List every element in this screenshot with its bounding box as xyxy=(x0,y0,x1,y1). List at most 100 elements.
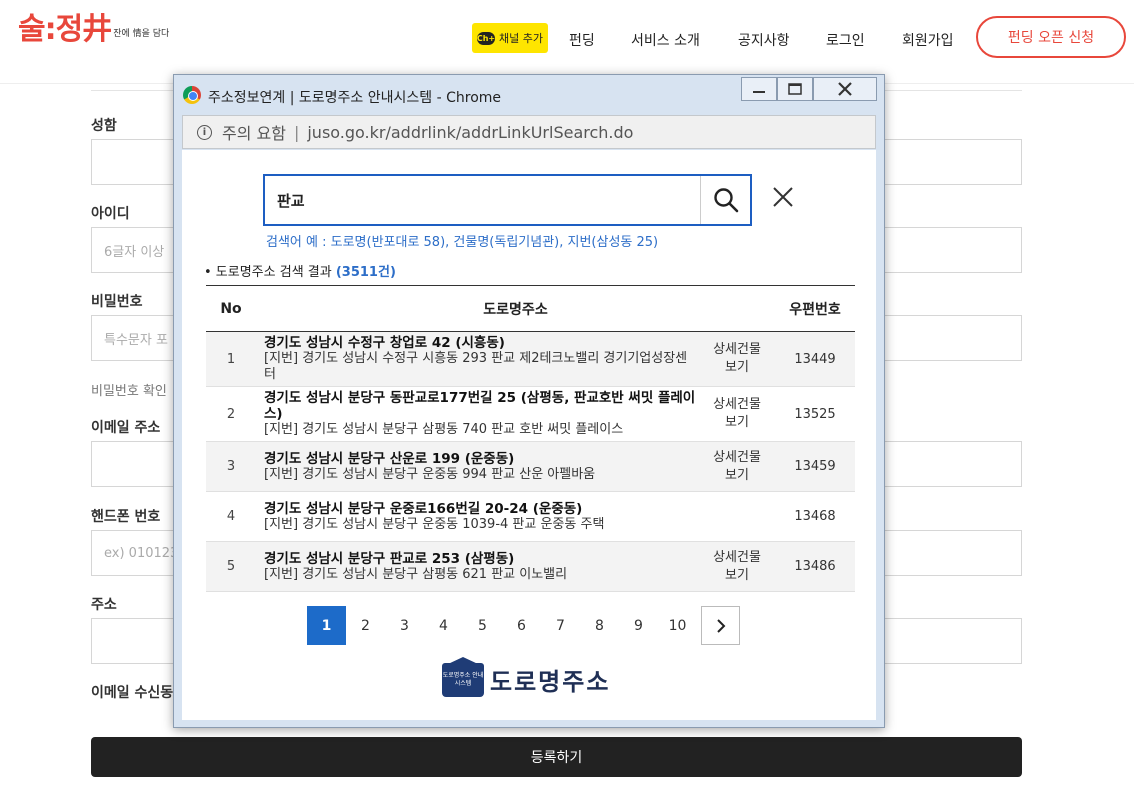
road-address[interactable]: 경기도 성남시 분당구 산운로 199 (운중동) xyxy=(264,451,697,467)
result-heading: • 도로명주소 검색 결과 (3511건) xyxy=(204,261,396,280)
window-close-button[interactable] xyxy=(813,77,877,101)
funding-open-apply-button[interactable]: 펀딩 오픈 신청 xyxy=(976,16,1126,58)
page-6[interactable]: 6 xyxy=(502,606,541,645)
nav-funding[interactable]: 펀딩 xyxy=(569,30,595,50)
row-zip: 13525 xyxy=(775,386,855,442)
register-button[interactable]: 등록하기 xyxy=(91,737,1022,777)
table-row[interactable]: 4 경기도 성남시 분당구 운중로166번길 20-24 (운중동) [지번] … xyxy=(206,491,855,542)
page-10[interactable]: 10 xyxy=(658,606,697,645)
search-value: 판교 xyxy=(277,192,305,210)
road-address-seal-icon: 도로명주소 안내시스템 xyxy=(442,656,484,697)
detail-label: 상세건물 보기 xyxy=(713,342,761,375)
jibun-address: [지번] 경기도 성남시 분당구 운중동 994 판교 산운 아펠바움 xyxy=(264,466,596,482)
password-confirm-label: 비밀번호 확인 xyxy=(91,384,167,399)
channel-add-label: 채널 추가 xyxy=(499,32,543,45)
road-address[interactable]: 경기도 성남시 수정구 창업로 42 (시흥동) xyxy=(264,335,697,351)
window-title: 주소정보연계 | 도로명주소 안내시스템 - Chrome xyxy=(208,90,502,106)
results-table: No 도로명주소 우편번호 1 경기도 성남시 수정구 창업로 42 (시흥동)… xyxy=(206,285,855,592)
table-row[interactable]: 1 경기도 성남시 수정구 창업로 42 (시흥동) [지번] 경기도 성남시 … xyxy=(206,331,855,387)
url-separator: | xyxy=(293,122,300,142)
detail-building-cell xyxy=(699,491,775,542)
nav-login[interactable]: 로그인 xyxy=(826,30,865,50)
pagination: 1 2 3 4 5 6 7 8 9 10 xyxy=(307,606,740,645)
row-no: 3 xyxy=(206,441,256,492)
detail-building-button[interactable]: 상세건물 보기 xyxy=(699,331,775,387)
password-placeholder: 특수문자 포 xyxy=(104,332,168,348)
table-row[interactable]: 5 경기도 성남시 분당구 판교로 253 (삼평동) [지번] 경기도 성남시… xyxy=(206,541,855,592)
address-label: 주소 xyxy=(91,597,117,613)
row-no: 5 xyxy=(206,541,256,592)
id-label: 아이디 xyxy=(91,206,130,222)
page-7[interactable]: 7 xyxy=(541,606,580,645)
result-count: (3511건) xyxy=(335,265,396,280)
email-label: 이메일 주소 xyxy=(91,420,161,436)
col-zip: 우편번호 xyxy=(775,285,855,332)
footer-logo-text: 도로명주소 xyxy=(490,668,611,696)
chevron-right-icon xyxy=(716,618,725,633)
kakao-channel-add-button[interactable]: Ch+ 채널 추가 xyxy=(472,23,548,53)
next-page-button[interactable] xyxy=(701,606,740,645)
row-no: 1 xyxy=(206,331,256,387)
address-search-popup: 주소정보연계 | 도로명주소 안내시스템 - Chrome i 주의 요함 | … xyxy=(173,74,885,728)
road-address[interactable]: 경기도 성남시 분당구 동판교로177번길 25 (삼평동, 판교호반 써밋 플… xyxy=(264,390,697,422)
nav-notice[interactable]: 공지사항 xyxy=(738,30,790,50)
close-icon xyxy=(838,82,852,96)
id-placeholder: 6글자 이상 xyxy=(104,244,165,260)
detail-building-button[interactable]: 상세건물 보기 xyxy=(699,441,775,492)
search-example: 검색어 예 : 도로명(반포대로 58), 건물명(독립기념관), 지번(삼성동… xyxy=(266,235,659,250)
nav-signup[interactable]: 회원가입 xyxy=(902,30,954,50)
jibun-address: [지번] 경기도 성남시 분당구 삼평동 740 판교 호반 써밋 플레이스 xyxy=(264,422,624,437)
result-label: • 도로명주소 검색 결과 xyxy=(204,265,332,280)
jibun-address: [지번] 경기도 성남시 수정구 시흥동 293 판교 제2테크노밸리 경기기업… xyxy=(264,351,688,382)
chrome-icon xyxy=(183,86,201,104)
info-icon[interactable]: i xyxy=(197,124,212,140)
road-address-logo: 도로명주소 안내시스템 도로명주소 xyxy=(442,656,611,697)
minimize-button[interactable] xyxy=(741,77,777,101)
detail-label: 상세건물 보기 xyxy=(713,397,761,430)
address-search-input[interactable]: 판교 xyxy=(263,174,752,226)
search-button[interactable] xyxy=(700,176,750,224)
page-5[interactable]: 5 xyxy=(463,606,502,645)
page-2[interactable]: 2 xyxy=(346,606,385,645)
row-zip: 13468 xyxy=(775,491,855,542)
page-8[interactable]: 8 xyxy=(580,606,619,645)
row-address[interactable]: 경기도 성남시 분당구 동판교로177번길 25 (삼평동, 판교호반 써밋 플… xyxy=(256,386,699,442)
page-9[interactable]: 9 xyxy=(619,606,658,645)
row-address[interactable]: 경기도 성남시 분당구 운중로166번길 20-24 (운중동) [지번] 경기… xyxy=(256,491,699,542)
row-address[interactable]: 경기도 성남시 분당구 산운로 199 (운중동) [지번] 경기도 성남시 분… xyxy=(256,441,699,492)
name-label: 성함 xyxy=(91,118,117,134)
table-row[interactable]: 3 경기도 성남시 분당구 산운로 199 (운중동) [지번] 경기도 성남시… xyxy=(206,441,855,492)
row-zip: 13459 xyxy=(775,441,855,492)
jibun-address: [지번] 경기도 성남시 분당구 삼평동 621 판교 이노밸리 xyxy=(264,566,568,582)
window-titlebar[interactable]: 주소정보연계 | 도로명주소 안내시스템 - Chrome xyxy=(174,75,884,115)
nav-service-intro[interactable]: 서비스 소개 xyxy=(631,30,700,50)
email-receive-label: 이메일 수신동 xyxy=(91,685,174,701)
page-1[interactable]: 1 xyxy=(307,606,346,645)
col-address: 도로명주소 xyxy=(256,285,775,332)
maximize-icon xyxy=(788,83,802,95)
url-text: juso.go.kr/addrlink/addrLinkUrlSearch.do xyxy=(307,122,634,142)
row-address[interactable]: 경기도 성남시 분당구 판교로 253 (삼평동) [지번] 경기도 성남시 분… xyxy=(256,541,699,592)
minimize-icon xyxy=(753,91,765,93)
maximize-button[interactable] xyxy=(777,77,813,101)
col-no: No xyxy=(206,285,256,332)
page-3[interactable]: 3 xyxy=(385,606,424,645)
logo-tagline: 잔에 情을 담다 xyxy=(113,29,170,39)
row-address[interactable]: 경기도 성남시 수정구 창업로 42 (시흥동) [지번] 경기도 성남시 수정… xyxy=(256,331,699,387)
seal-text: 도로명주소 안내시스템 xyxy=(442,671,484,687)
page-4[interactable]: 4 xyxy=(424,606,463,645)
password-label: 비밀번호 xyxy=(91,294,143,310)
table-row[interactable]: 2 경기도 성남시 분당구 동판교로177번길 25 (삼평동, 판교호반 써밋… xyxy=(206,386,855,442)
popup-close-button[interactable] xyxy=(770,184,796,210)
url-bar[interactable]: i 주의 요함 | juso.go.kr/addrlink/addrLinkUr… xyxy=(182,115,876,149)
detail-building-button[interactable]: 상세건물 보기 xyxy=(699,541,775,592)
kakao-channel-icon: Ch+ xyxy=(476,31,496,45)
site-logo[interactable]: 술:정井 잔에 情을 담다 xyxy=(18,12,169,48)
road-address[interactable]: 경기도 성남시 분당구 판교로 253 (삼평동) xyxy=(264,551,697,567)
popup-content: 판교 검색어 예 : 도로명(반포대로 58), 건물명(독립기념관), 지번(… xyxy=(182,150,876,720)
jibun-address: [지번] 경기도 성남시 분당구 운중동 1039-4 판교 운중동 주택 xyxy=(264,516,605,532)
close-icon xyxy=(773,187,793,207)
row-no: 2 xyxy=(206,386,256,442)
detail-building-button[interactable]: 상세건물 보기 xyxy=(699,386,775,442)
road-address[interactable]: 경기도 성남시 분당구 운중로166번길 20-24 (운중동) xyxy=(264,501,697,517)
